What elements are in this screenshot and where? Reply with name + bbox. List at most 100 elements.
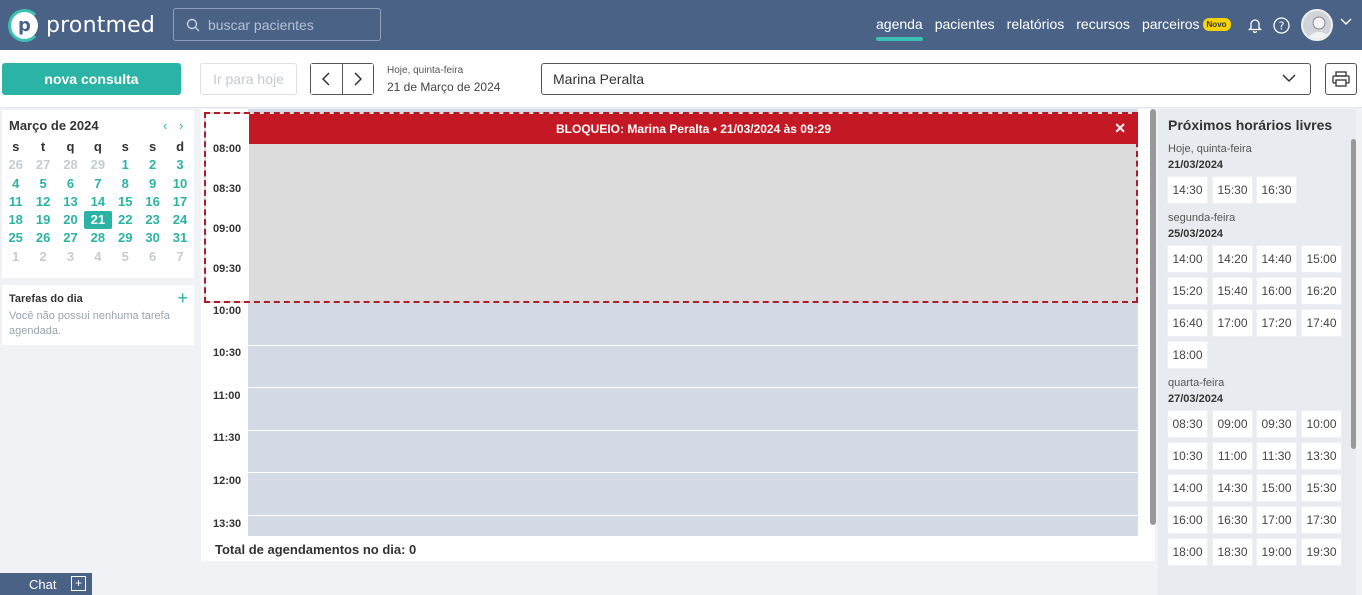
free-slot-button[interactable]: 19:30 [1301, 538, 1342, 566]
free-slot-button[interactable]: 18:30 [1212, 538, 1253, 566]
free-slot-button[interactable]: 14:20 [1212, 245, 1253, 273]
calendar-day[interactable]: 28 [84, 229, 111, 247]
calendar-day[interactable]: 29 [112, 229, 139, 247]
calendar-day[interactable]: 9 [139, 175, 166, 193]
calendar-day[interactable]: 3 [57, 248, 84, 266]
calendar-day[interactable]: 25 [2, 229, 29, 247]
bell-icon[interactable] [1246, 16, 1264, 34]
calendar-day[interactable]: 2 [139, 156, 166, 174]
calendar-day[interactable]: 16 [139, 193, 166, 211]
calendar-day[interactable]: 6 [57, 175, 84, 193]
professional-select[interactable]: Marina Peralta [541, 63, 1311, 95]
free-slot-button[interactable]: 17:00 [1256, 506, 1297, 534]
calendar-day[interactable]: 6 [139, 248, 166, 266]
prev-day-button[interactable] [311, 64, 343, 94]
calendar-day[interactable]: 14 [84, 193, 111, 211]
calendar-day[interactable]: 4 [84, 248, 111, 266]
next-day-button[interactable] [342, 64, 373, 94]
calendar-day[interactable]: 23 [139, 211, 166, 229]
free-slot-button[interactable]: 18:00 [1167, 538, 1208, 566]
calendar-day[interactable]: 1 [2, 248, 29, 266]
logo[interactable]: p prontmed [8, 8, 155, 42]
free-slot-button[interactable]: 16:30 [1212, 506, 1253, 534]
calendar-day[interactable]: 7 [166, 248, 193, 266]
free-slot-button[interactable]: 16:40 [1167, 309, 1208, 337]
nav-pacientes[interactable]: pacientes [935, 16, 995, 32]
calendar-day-selected[interactable]: 21 [84, 211, 112, 230]
prev-month-icon[interactable]: ‹ [163, 118, 167, 133]
nav-parceiros[interactable]: parceiros [1142, 16, 1200, 32]
free-slot-button[interactable]: 15:20 [1167, 277, 1208, 305]
free-slot-button[interactable]: 15:30 [1301, 474, 1342, 502]
calendar-day[interactable]: 29 [84, 156, 111, 174]
calendar-day[interactable]: 8 [112, 175, 139, 193]
free-slot-button[interactable]: 10:00 [1301, 410, 1342, 438]
calendar-day[interactable]: 2 [29, 248, 56, 266]
plus-icon[interactable]: + [71, 576, 86, 591]
nav-agenda[interactable]: agenda [876, 16, 923, 41]
calendar-day[interactable]: 15 [112, 193, 139, 211]
free-slot-button[interactable]: 11:30 [1256, 442, 1297, 470]
chevron-down-icon[interactable] [1340, 18, 1352, 26]
nav-relatorios[interactable]: relatórios [1007, 16, 1065, 32]
calendar-day[interactable]: 1 [112, 156, 139, 174]
block-event[interactable]: BLOQUEIO: Marina Peralta • 21/03/2024 às… [204, 112, 1138, 303]
new-appointment-button[interactable]: nova consulta [2, 63, 181, 95]
free-slot-button[interactable]: 16:30 [1256, 176, 1297, 204]
calendar-day[interactable]: 12 [29, 193, 56, 211]
calendar-day[interactable]: 13 [57, 193, 84, 211]
free-slot-button[interactable]: 15:30 [1212, 176, 1253, 204]
free-slot-button[interactable]: 18:00 [1167, 341, 1208, 369]
free-slot-button[interactable]: 09:00 [1212, 410, 1253, 438]
free-slot-button[interactable]: 14:00 [1167, 245, 1208, 273]
free-slot-button[interactable]: 15:00 [1301, 245, 1342, 273]
calendar-day[interactable]: 17 [166, 193, 193, 211]
free-slot-button[interactable]: 08:30 [1167, 410, 1208, 438]
calendar-day[interactable]: 22 [112, 211, 139, 229]
free-slot-button[interactable]: 11:00 [1212, 442, 1253, 470]
free-slot-button[interactable]: 15:00 [1256, 474, 1297, 502]
free-slot-button[interactable]: 10:30 [1167, 442, 1208, 470]
calendar-day[interactable]: 27 [29, 156, 56, 174]
calendar-day[interactable]: 26 [2, 156, 29, 174]
calendar-day[interactable]: 28 [57, 156, 84, 174]
calendar-day[interactable]: 4 [2, 175, 29, 193]
add-task-icon[interactable]: + [177, 288, 188, 309]
free-slot-button[interactable]: 13:30 [1301, 442, 1342, 470]
calendar-day[interactable]: 31 [166, 229, 193, 247]
calendar-day[interactable]: 27 [57, 229, 84, 247]
next-month-icon[interactable]: › [179, 118, 183, 133]
go-today-button[interactable]: Ir para hoje [200, 63, 297, 95]
calendar-day[interactable]: 5 [29, 175, 56, 193]
calendar-day[interactable]: 7 [84, 175, 111, 193]
free-slot-button[interactable]: 14:40 [1256, 245, 1297, 273]
calendar-day[interactable]: 24 [166, 211, 193, 229]
free-slots-scrollbar[interactable] [1351, 139, 1356, 449]
free-slot-button[interactable]: 19:00 [1256, 538, 1297, 566]
chat-bar[interactable]: Chat + [0, 573, 92, 595]
close-icon[interactable]: ✕ [1114, 120, 1126, 137]
search-input[interactable] [208, 16, 378, 33]
free-slot-button[interactable]: 17:30 [1301, 506, 1342, 534]
schedule-scrollbar[interactable] [1150, 109, 1156, 525]
free-slot-button[interactable]: 16:00 [1256, 277, 1297, 305]
free-slot-button[interactable]: 17:40 [1301, 309, 1342, 337]
nav-recursos[interactable]: recursos [1076, 16, 1130, 32]
free-slot-button[interactable]: 16:20 [1301, 277, 1342, 305]
calendar-day[interactable]: 20 [57, 211, 84, 229]
free-slot-button[interactable]: 14:30 [1167, 176, 1208, 204]
free-slot-button[interactable]: 09:30 [1256, 410, 1297, 438]
free-slot-button[interactable]: 15:40 [1212, 277, 1253, 305]
calendar-day[interactable]: 11 [2, 193, 29, 211]
free-slot-button[interactable]: 14:30 [1212, 474, 1253, 502]
free-slot-button[interactable]: 14:00 [1167, 474, 1208, 502]
free-slot-button[interactable]: 16:00 [1167, 506, 1208, 534]
calendar-day[interactable]: 26 [29, 229, 56, 247]
calendar-day[interactable]: 3 [166, 156, 193, 174]
free-slot-button[interactable]: 17:20 [1256, 309, 1297, 337]
calendar-day[interactable]: 19 [29, 211, 56, 229]
block-header[interactable]: BLOQUEIO: Marina Peralta • 21/03/2024 às… [249, 114, 1138, 144]
calendar-day[interactable]: 18 [2, 211, 29, 229]
help-icon[interactable]: ? [1272, 16, 1290, 34]
calendar-day[interactable]: 30 [139, 229, 166, 247]
